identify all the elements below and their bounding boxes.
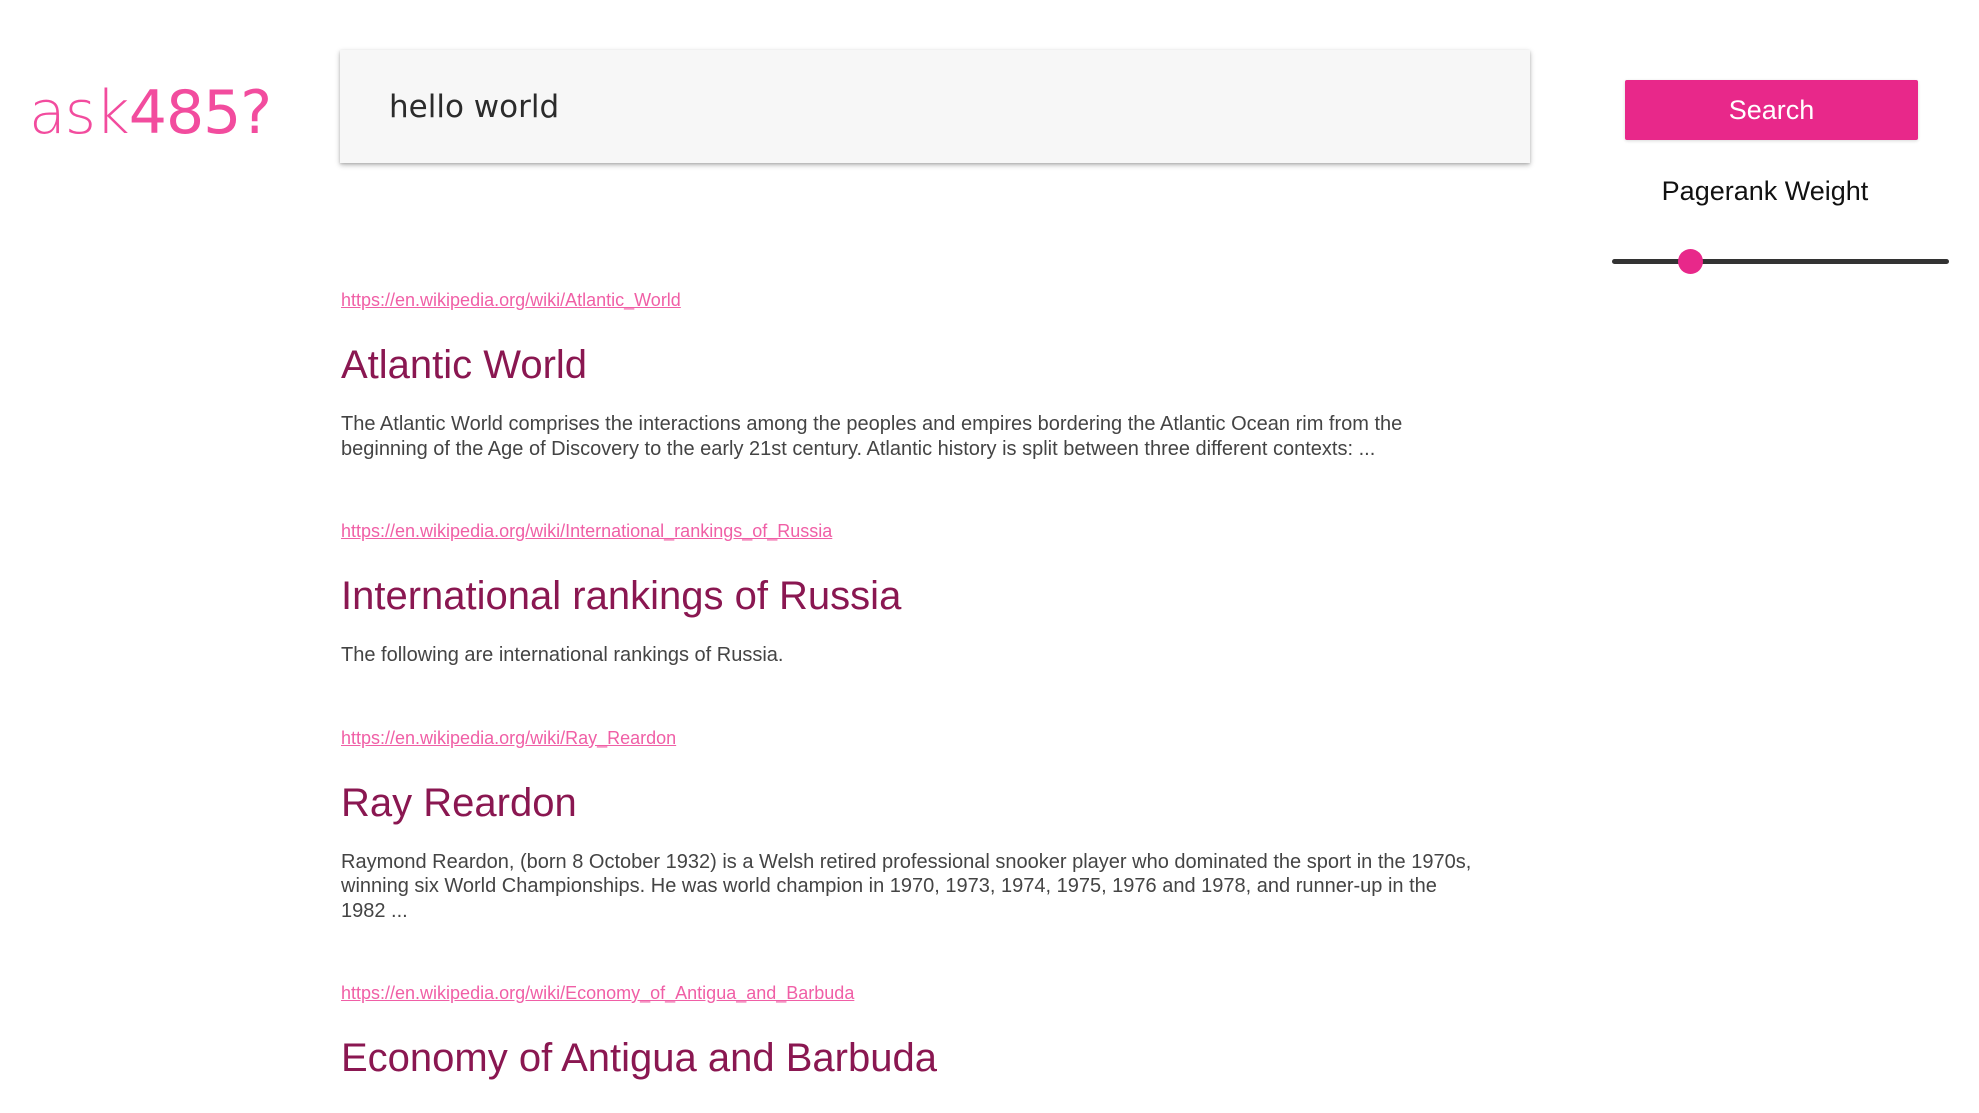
result-item: https://en.wikipedia.org/wiki/Internatio… <box>341 511 1481 668</box>
slider-track[interactable] <box>1612 259 1949 264</box>
result-item: https://en.wikipedia.org/wiki/Economy_of… <box>341 973 1481 1081</box>
result-url-link[interactable]: https://en.wikipedia.org/wiki/Atlantic_W… <box>341 280 681 320</box>
result-title[interactable]: International rankings of Russia <box>341 551 1481 619</box>
result-title[interactable]: Atlantic World <box>341 320 1481 388</box>
slider-thumb[interactable] <box>1677 249 1703 274</box>
page: ask485? Search Pagerank Weight https://e… <box>0 0 1979 1113</box>
search-input[interactable] <box>340 50 1530 163</box>
result-url-link[interactable]: https://en.wikipedia.org/wiki/Ray_Reardo… <box>341 718 676 758</box>
result-snippet: The following are international rankings… <box>341 644 784 666</box>
result-url-link[interactable]: https://en.wikipedia.org/wiki/Internatio… <box>341 511 832 551</box>
result-item: https://en.wikipedia.org/wiki/Atlantic_W… <box>341 280 1481 461</box>
results-list: https://en.wikipedia.org/wiki/Atlantic_W… <box>341 280 1481 1081</box>
result-snippet: The Atlantic World comprises the interac… <box>341 413 1403 460</box>
site-logo[interactable]: ask485? <box>29 78 272 148</box>
pagerank-weight-slider[interactable] <box>1612 248 1949 278</box>
result-snippet: Raymond Reardon, (born 8 October 1932) i… <box>341 850 1472 922</box>
logo-suffix: 485? <box>128 78 272 148</box>
result-url-link[interactable]: https://en.wikipedia.org/wiki/Economy_of… <box>341 973 854 1013</box>
result-item: https://en.wikipedia.org/wiki/Ray_Reardo… <box>341 718 1481 924</box>
search-button[interactable]: Search <box>1625 80 1918 140</box>
result-title[interactable]: Ray Reardon <box>341 758 1481 826</box>
result-title[interactable]: Economy of Antigua and Barbuda <box>341 1013 1481 1081</box>
search-box <box>340 50 1530 163</box>
pagerank-weight-label: Pagerank Weight <box>1661 176 1869 206</box>
logo-prefix: ask <box>29 78 130 148</box>
